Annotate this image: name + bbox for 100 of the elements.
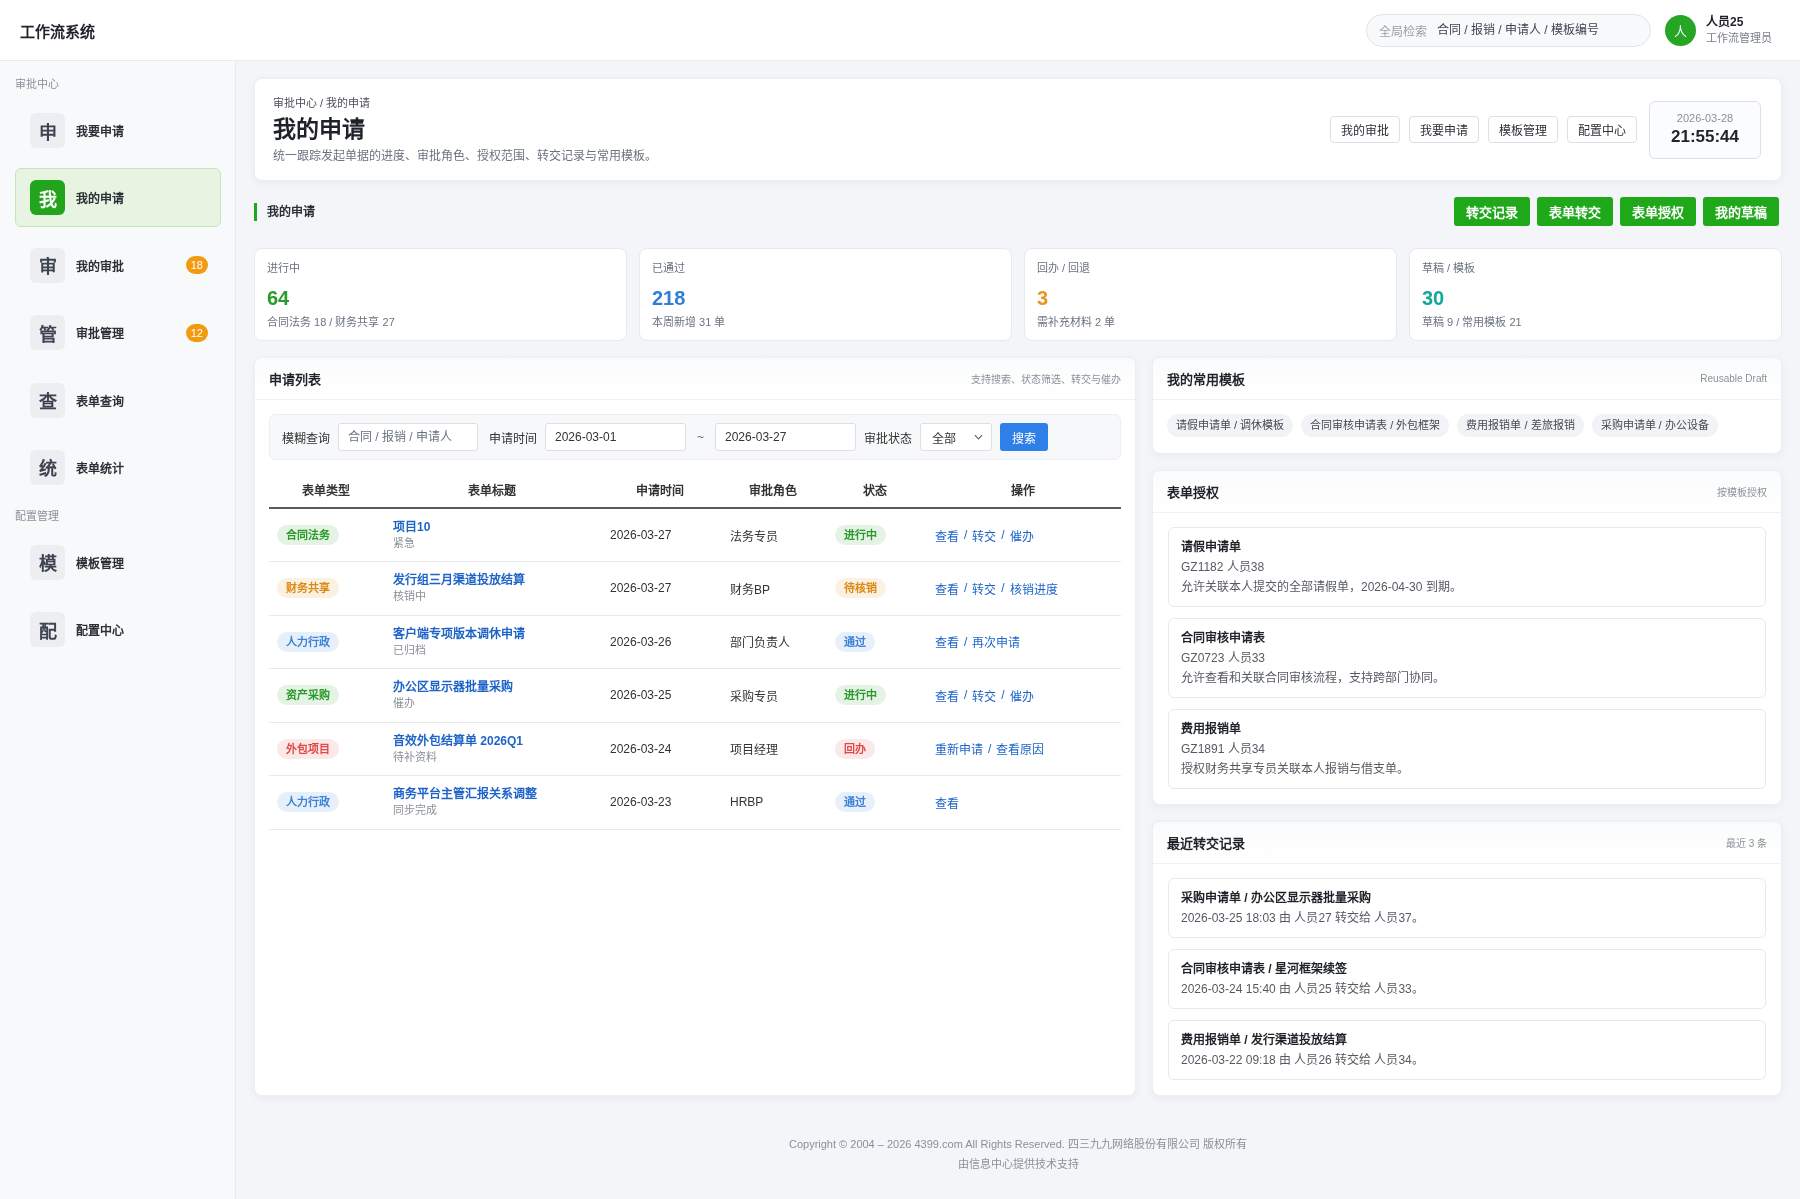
table-cell: 法务专员 bbox=[720, 508, 825, 562]
type-tag: 人力行政 bbox=[277, 792, 339, 813]
nav-item[interactable]: 我 我的申请 bbox=[15, 168, 221, 228]
filter-label: 审批状态 bbox=[864, 430, 912, 446]
quick-link-button[interactable]: 我的审批 bbox=[1330, 116, 1400, 143]
form-title-link[interactable]: 客户端专项版本调休申请 bbox=[393, 625, 525, 642]
action-link[interactable]: 查看原因 bbox=[996, 740, 1045, 758]
app-title: 工作流系统 bbox=[20, 21, 95, 41]
action-link[interactable]: 查看 bbox=[935, 633, 959, 651]
stat-value: 3 bbox=[1037, 286, 1050, 310]
form-subtitle: 紧急 bbox=[393, 535, 415, 551]
action-link[interactable]: 转交 bbox=[972, 579, 997, 597]
nav-item[interactable]: 统 表单统计 bbox=[15, 437, 221, 497]
link-separator: / bbox=[964, 581, 968, 596]
date-field[interactable]: 2026-03-27 bbox=[715, 423, 856, 451]
keyword-field[interactable]: 合同 / 报销 / 申请人 bbox=[338, 423, 478, 451]
form-title-link[interactable]: 办公区显示器批量采购 bbox=[393, 679, 513, 696]
table-cell: 2026-03-27 bbox=[600, 508, 720, 562]
action-link[interactable]: 催办 bbox=[1009, 526, 1034, 544]
status-badge: 回办 bbox=[835, 738, 875, 759]
action-link[interactable]: 核销进度 bbox=[1009, 579, 1058, 597]
column-header: 操作 bbox=[925, 471, 1121, 508]
status-badge: 通过 bbox=[835, 792, 875, 813]
status-select[interactable]: 全部 bbox=[920, 423, 992, 451]
template-chip[interactable]: 费用报销单 / 差旅报销 bbox=[1457, 414, 1584, 437]
action-button[interactable]: 表单授权 bbox=[1620, 197, 1696, 226]
status-badge: 进行中 bbox=[835, 525, 886, 545]
nav-section-title: 审批中心 bbox=[15, 77, 60, 91]
form-title-link[interactable]: 发行组三月渠道投放结算 bbox=[393, 572, 525, 589]
table-cell: 2026-03-25 bbox=[600, 668, 720, 722]
column-header: 状态 bbox=[825, 471, 925, 508]
table-cell: 2026-03-27 bbox=[600, 561, 720, 615]
caret-icon bbox=[974, 434, 983, 440]
glyph-icon: 配 bbox=[30, 612, 65, 648]
type-tag: 人力行政 bbox=[277, 631, 339, 652]
stat-label: 草稿 / 模板 bbox=[1422, 261, 1477, 276]
count-badge: 12 bbox=[185, 323, 208, 342]
stat-note: 合同法务 18 / 财务共享 27 bbox=[267, 315, 396, 330]
authorization-description: 允许查看和关联合同审核流程，支持跨部门协同。 bbox=[1181, 670, 1446, 687]
link-separator: / bbox=[1001, 581, 1005, 596]
action-link[interactable]: 查看 bbox=[935, 579, 959, 597]
form-title-link[interactable]: 商务平台主管汇报关系调整 bbox=[393, 786, 537, 803]
stat-label: 回办 / 回退 bbox=[1037, 261, 1092, 276]
link-separator: / bbox=[964, 528, 968, 542]
template-chip[interactable]: 请假申请单 / 调休模板 bbox=[1167, 414, 1294, 437]
clock-time: 21:55:44 bbox=[1670, 126, 1740, 148]
link-separator: / bbox=[964, 688, 968, 703]
glyph-icon: 统 bbox=[30, 449, 65, 485]
action-button[interactable]: 我的草稿 bbox=[1703, 197, 1779, 226]
authorization-meta: GZ0723 人员33 bbox=[1181, 650, 1267, 667]
glyph-icon: 模 bbox=[30, 544, 65, 580]
table-cell: HRBP bbox=[720, 775, 825, 829]
nav-item[interactable]: 模 模板管理 bbox=[15, 532, 221, 592]
nav-item[interactable]: 配 配置中心 bbox=[15, 600, 221, 660]
action-link[interactable]: 查看 bbox=[935, 526, 959, 544]
table-cell: 项目经理 bbox=[720, 722, 825, 776]
authorization-title: 费用报销单 bbox=[1181, 720, 1242, 738]
authorization-title: 合同审核申请表 bbox=[1181, 629, 1266, 647]
nav-item[interactable]: 管 审批管理 12 bbox=[15, 303, 221, 363]
action-link[interactable]: 转交 bbox=[972, 526, 997, 544]
page-subtitle: 统一跟踪发起单据的进度、审批角色、授权范围、转交记录与常用模板。 bbox=[273, 148, 657, 164]
card-hint: 按模板授权 bbox=[1717, 486, 1767, 499]
link-separator: / bbox=[988, 741, 992, 756]
type-tag: 外包项目 bbox=[277, 738, 339, 759]
action-link[interactable]: 转交 bbox=[972, 686, 997, 704]
form-title-link[interactable]: 项目10 bbox=[393, 519, 431, 535]
glyph-icon: 查 bbox=[30, 382, 65, 418]
action-link[interactable]: 再次申请 bbox=[972, 633, 1021, 651]
date-field[interactable]: 2026-03-01 bbox=[545, 423, 686, 451]
glyph-icon: 审 bbox=[30, 247, 65, 283]
template-chip[interactable]: 合同审核申请表 / 外包框架 bbox=[1301, 414, 1450, 437]
form-title-link[interactable]: 音效外包结算单 2026Q1 bbox=[393, 732, 524, 749]
column-header: 审批角色 bbox=[720, 471, 825, 508]
section-title: 我的申请 bbox=[254, 202, 315, 221]
action-link[interactable]: 重新申请 bbox=[935, 740, 983, 758]
action-link[interactable]: 查看 bbox=[935, 793, 959, 811]
authorization-meta: GZ1182 人员38 bbox=[1181, 559, 1266, 576]
status-badge: 通过 bbox=[835, 631, 875, 652]
authorization-title: 请假申请单 bbox=[1181, 538, 1242, 556]
transfer-title: 采购申请单 / 办公区显示器批量采购 bbox=[1181, 889, 1372, 907]
action-link[interactable]: 催办 bbox=[1009, 686, 1034, 704]
stat-label: 进行中 bbox=[267, 261, 301, 276]
search-button[interactable]: 搜索 bbox=[1000, 423, 1048, 451]
quick-link-button[interactable]: 配置中心 bbox=[1567, 116, 1637, 143]
card-hint: 最近 3 条 bbox=[1725, 837, 1767, 850]
stat-note: 草稿 9 / 常用模板 21 bbox=[1422, 315, 1523, 330]
nav-item[interactable]: 查 表单查询 bbox=[15, 370, 221, 430]
type-tag: 合同法务 bbox=[277, 525, 339, 545]
nav-item[interactable]: 审 我的审批 18 bbox=[15, 235, 221, 295]
glyph-icon: 管 bbox=[30, 315, 65, 351]
nav-item[interactable]: 申 我要申请 bbox=[15, 101, 221, 160]
search-field[interactable]: 合同 / 报销 / 申请人 / 模板编号 bbox=[1437, 20, 1638, 40]
action-button[interactable]: 表单转交 bbox=[1537, 197, 1613, 226]
action-button[interactable]: 转交记录 bbox=[1454, 197, 1530, 226]
clock-date: 2026-03-28 bbox=[1676, 111, 1734, 126]
quick-link-button[interactable]: 模板管理 bbox=[1488, 116, 1558, 143]
quick-link-button[interactable]: 我要申请 bbox=[1409, 116, 1479, 143]
action-link[interactable]: 查看 bbox=[935, 686, 959, 704]
template-chip[interactable]: 采购申请单 / 办公设备 bbox=[1591, 414, 1718, 437]
glyph-icon: 我 bbox=[30, 180, 65, 216]
